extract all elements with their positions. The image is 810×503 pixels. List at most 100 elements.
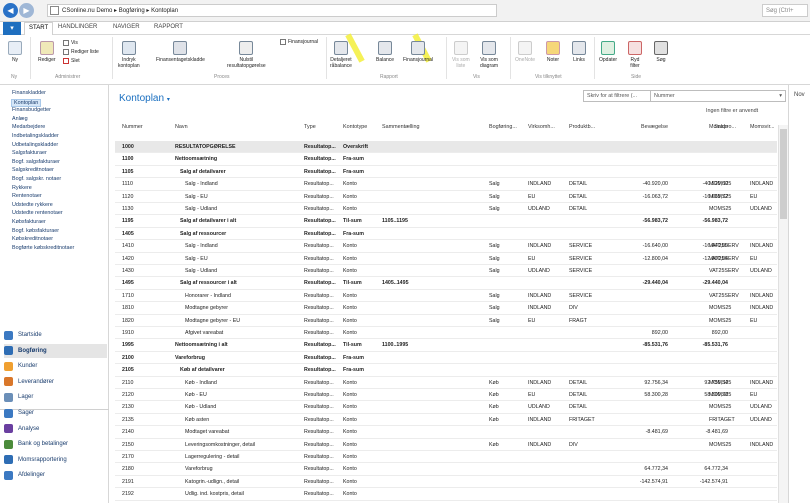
column-header[interactable]: Sammentælling: [382, 124, 419, 130]
table-row[interactable]: 1420 Salg - EU Resultatop... Konto Salg EU SER…: [115, 253, 777, 265]
nav-link-item[interactable]: Rykkere: [12, 185, 32, 191]
nav-link-item[interactable]: Finansbudgetter: [12, 107, 51, 113]
indent-chart-button[interactable]: Indryk kontoplan: [118, 41, 140, 69]
nav-link-item[interactable]: Udbetalingskladder: [12, 142, 58, 148]
table-row[interactable]: 2105 Køb af detailvarer Resultatop... Fra-s…: [115, 364, 777, 377]
table-row[interactable]: 1105 Salg af detailvarer Resultatop... Fra-…: [115, 166, 777, 179]
nav-link-item[interactable]: Købskreditnotaer: [12, 236, 53, 242]
table-row[interactable]: 2100 Vareforbrug Resultatop... Fra-sum: [115, 352, 777, 365]
address-bar[interactable]: CSonline.nu Demo ▸ Bogføring ▸ Kontoplan: [47, 4, 497, 17]
app-menu-icon[interactable]: ▾: [3, 22, 21, 35]
nav-section-item[interactable]: Analyse: [4, 422, 107, 436]
nav-section-item[interactable]: Kunder: [4, 359, 107, 373]
table-row[interactable]: 1910 Afgivet vareabat Resultatop... Konto 89…: [115, 327, 777, 340]
nav-section-item[interactable]: Afdelinger: [4, 468, 107, 482]
nav-link-item[interactable]: Finanskladder: [12, 90, 46, 96]
nav-link-item[interactable]: Købsfakturaer: [12, 219, 46, 225]
nav-link-item[interactable]: Udstedte rentenotaer: [12, 210, 63, 216]
table-row[interactable]: 1110 Salg - Indland Resultatop... Konto Salg…: [115, 178, 777, 191]
table-row[interactable]: 1810 Modtagne gebyrer Resultatop... Konto Sa…: [115, 302, 777, 315]
table-row[interactable]: 1410 Salg - Indland Resultatop... Konto Salg…: [115, 240, 777, 253]
refresh-button[interactable]: Opdater: [599, 41, 617, 63]
nav-link-item[interactable]: Indbetalingskladder: [12, 133, 59, 139]
nav-link-item[interactable]: Medarbejdere: [12, 124, 45, 130]
nav-link-item[interactable]: Bogførte købskreditnotaer: [12, 245, 74, 251]
table-row[interactable]: 1430 Salg - Udland Resultatop... Konto Salg U…: [115, 265, 777, 278]
nav-link-item[interactable]: Udstedte rykkere: [12, 202, 53, 208]
vertical-scrollbar[interactable]: [778, 125, 788, 503]
table-row[interactable]: 1820 Modtagne gebyrer - EU Resultatop... Ko…: [115, 315, 777, 327]
nav-section-item[interactable]: Leverandører: [4, 375, 107, 389]
detailed-trial-balance-button[interactable]: Detaljeret råbalance: [330, 41, 352, 69]
delete-button[interactable]: Slet: [63, 58, 80, 64]
tab-start[interactable]: START: [24, 22, 54, 35]
find-button[interactable]: Søg: [654, 41, 668, 63]
column-header[interactable]: Momspro...: [709, 124, 736, 130]
table-row[interactable]: 2150 Leveringsomkostninger, detail Resulta…: [115, 439, 777, 451]
column-header[interactable]: Navn: [175, 124, 188, 130]
table-row[interactable]: 2120 Køb - EU Resultatop... Konto Køb EU DETAI…: [115, 389, 777, 402]
nav-section-item[interactable]: Sager: [4, 406, 107, 420]
clear-filter-button[interactable]: Ryd filter: [628, 41, 642, 69]
table-row[interactable]: 2135 Køb asten Resultatop... Konto Køb INDLAN…: [115, 414, 777, 427]
column-header[interactable]: Type: [304, 124, 316, 130]
scrollbar-thumb[interactable]: [780, 129, 787, 219]
nav-link-item[interactable]: Bogf. salgsfakturaer: [12, 159, 60, 165]
nav-link-item[interactable]: Bogf. købsfakturaer: [12, 228, 59, 234]
tab-naviger[interactable]: NAVIGER: [113, 24, 140, 30]
table-row[interactable]: 1130 Salg - Udland Resultatop... Konto Salg U…: [115, 203, 777, 216]
column-header[interactable]: Produktb...: [569, 124, 595, 130]
table-row[interactable]: 2191 Katogrin.-udlign., detail Resultatop.…: [115, 476, 777, 489]
forward-icon[interactable]: ▶: [19, 3, 34, 18]
column-header[interactable]: Kontotype: [343, 124, 367, 130]
nav-link-item[interactable]: Kontoplan: [11, 98, 42, 107]
column-header[interactable]: Bogføring...: [489, 124, 517, 130]
table-row[interactable]: 1195 Salg af detailvarer i alt Resultatop.…: [115, 215, 777, 228]
table-row[interactable]: 2180 Vareforbrug Resultatop... Konto 64.772,…: [115, 463, 777, 476]
view-button[interactable]: Vis: [63, 40, 78, 46]
table-row[interactable]: 2140 Modtaget vareabat Resultatop... Konto -…: [115, 426, 777, 439]
show-as-list-button[interactable]: Vis som liste: [452, 41, 470, 69]
nav-link-item[interactable]: Bogf. salgskr. notaer: [12, 176, 61, 182]
table-row[interactable]: 2170 Lagerregulering - detail Resultatop..…: [115, 451, 777, 464]
nav-section-item[interactable]: Bank og betalinger: [4, 437, 107, 451]
general-journal-button[interactable]: Finansjournal: [403, 41, 433, 63]
table-row[interactable]: 2192 Udlig. ind. kostpris, detail Resultat…: [115, 488, 777, 501]
tab-rapport[interactable]: RAPPORT: [154, 24, 183, 30]
nav-section-item[interactable]: Startside: [4, 328, 107, 342]
column-header[interactable]: Momsvir...: [750, 124, 775, 130]
new-button[interactable]: Ny: [8, 41, 22, 63]
table-row[interactable]: 1495 Salg af ressourcer i alt Resultatop..…: [115, 277, 777, 290]
table-row[interactable]: 1995 Nettoomsætning i alt Resultatop... Til…: [115, 339, 777, 352]
edit-button[interactable]: Rediger: [38, 41, 56, 63]
edit-list-button[interactable]: Rediger liste: [63, 49, 99, 55]
filter-search-box[interactable]: Skriv for at filtrere (... Nummer ▾: [583, 90, 786, 102]
nav-link-item[interactable]: Salgskreditnotaer: [12, 167, 54, 173]
table-row[interactable]: 2130 Køb - Udland Resultatop... Konto Køb UDL…: [115, 401, 777, 414]
back-icon[interactable]: ◀: [3, 3, 18, 18]
links-button[interactable]: Links: [572, 41, 586, 63]
nav-section-item[interactable]: Bogføring: [4, 343, 107, 358]
show-as-chart-button[interactable]: Vis som diagram: [480, 41, 498, 69]
nav-link-item[interactable]: Anlæg: [12, 116, 28, 122]
table-row[interactable]: 1710 Honorarer - Indland Resultatop... Kont…: [115, 290, 777, 303]
balance-button[interactable]: Balance: [376, 41, 394, 63]
nav-link-item[interactable]: Rentenotaer: [12, 193, 42, 199]
notes-button[interactable]: Noter: [546, 41, 560, 63]
table-row[interactable]: 1100 Nettoomsætning Resultatop... Fra-sum: [115, 153, 777, 166]
column-header[interactable]: Nummer: [122, 124, 143, 130]
table-row[interactable]: 1120 Salg - EU Resultatop... Konto Salg EU DET…: [115, 191, 777, 203]
page-title[interactable]: Kontoplan ▾: [119, 93, 170, 104]
filter-input[interactable]: Skriv for at filtrere (...: [587, 91, 637, 102]
column-header[interactable]: Virksomh...: [528, 124, 555, 130]
nav-section-item[interactable]: Lager: [4, 390, 107, 404]
nav-section-item[interactable]: Momsrapportering: [4, 453, 107, 467]
table-row[interactable]: 1000 RESULTATOPGØRELSE Resultatop... Oversk…: [115, 141, 777, 154]
journal-small-button[interactable]: Finansjournal: [280, 39, 318, 45]
onenote-button[interactable]: OneNote: [515, 41, 535, 63]
global-search-input[interactable]: Søg (Ctrl+: [762, 4, 808, 17]
nav-link-item[interactable]: Salgsfakturaer: [12, 150, 47, 156]
column-header[interactable]: Bevægelse: [618, 124, 668, 130]
reset-income-statement-button[interactable]: Nulstil resultatopgørelse: [227, 41, 266, 69]
filter-field-select[interactable]: Nummer: [650, 91, 770, 102]
